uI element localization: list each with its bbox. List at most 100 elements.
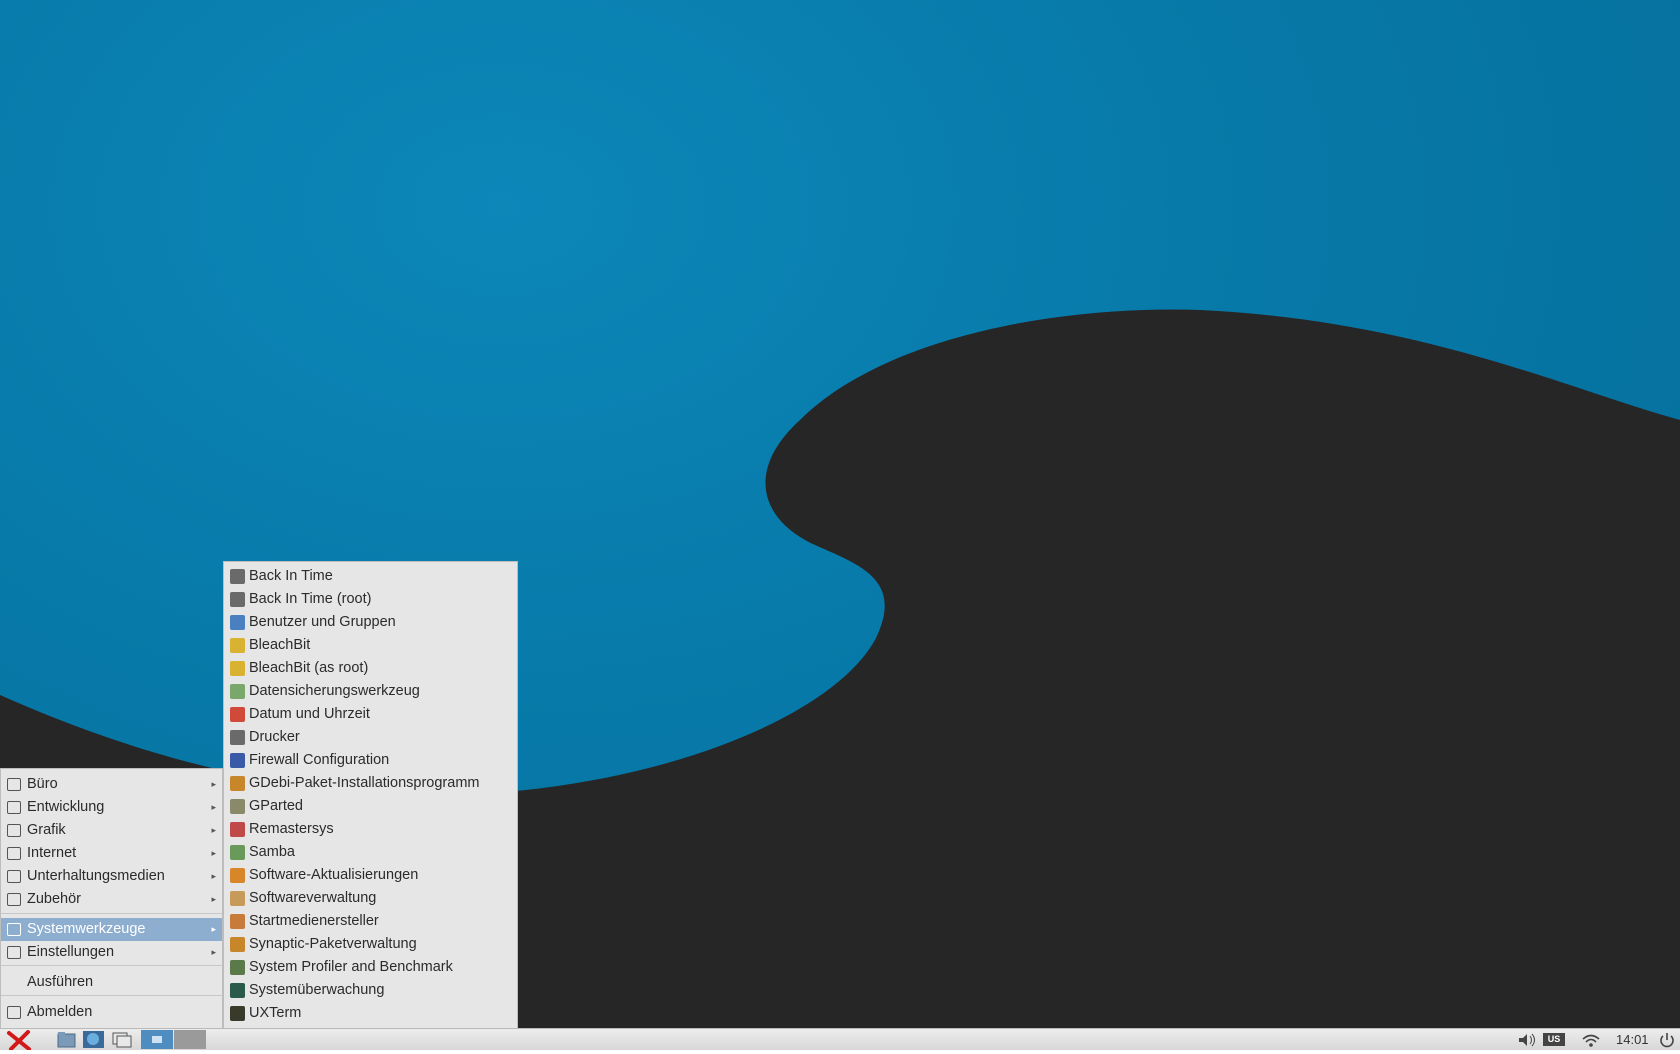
menu-separator [1, 965, 222, 966]
firewall-icon [230, 753, 245, 768]
submenu-item-systemüberwachung[interactable]: Systemüberwachung [224, 979, 517, 1002]
menu-item-label: Grafik [27, 822, 66, 838]
menu-item-label: Zubehör [27, 891, 82, 907]
menu-item-ausführen[interactable]: Ausführen [1, 971, 222, 994]
logout-icon [7, 1006, 21, 1019]
submenu-item-softwareverwaltung[interactable]: Softwareverwaltung [224, 887, 517, 910]
submenu-item-label: Synaptic-Paketverwaltung [249, 936, 417, 952]
gdebi-icon [230, 776, 245, 791]
globe-icon [7, 847, 21, 860]
menu-item-label: Internet [27, 845, 77, 861]
submenu-item-firewall-configuration[interactable]: Firewall Configuration [224, 749, 517, 772]
menu-item-internet[interactable]: Internet ▸ [1, 842, 222, 865]
graphics-icon [7, 824, 21, 837]
menu-item-büro[interactable]: Büro ▸ [1, 773, 222, 796]
synaptic-icon [230, 937, 245, 952]
submenu-arrow-icon: ▸ [211, 871, 216, 881]
submenu-item-label: Software-Aktualisierungen [249, 867, 419, 883]
workspace-2[interactable] [174, 1030, 206, 1049]
folder-icon [57, 1032, 76, 1048]
windows-icon [112, 1032, 132, 1048]
menu-item-label: Büro [27, 776, 58, 792]
menu-item-einstellungen[interactable]: Einstellungen ▸ [1, 941, 222, 964]
show-desktop-button[interactable] [110, 1030, 134, 1049]
submenu-item-system-profiler-and-benchmark[interactable]: System Profiler and Benchmark [224, 956, 517, 979]
submenu-item-label: Datum und Uhrzeit [249, 706, 370, 722]
backup-tool-icon [230, 684, 245, 699]
browser-icon [83, 1031, 104, 1048]
menu-separator [1, 913, 222, 914]
software-center-icon [230, 891, 245, 906]
submenu-item-benutzer-und-gruppen[interactable]: Benutzer und Gruppen [224, 611, 517, 634]
bleachbit-icon [230, 638, 245, 653]
submenu-item-back-in-time-root[interactable]: Back In Time (root) [224, 588, 517, 611]
submenu-item-startmedienersteller[interactable]: Startmedienersteller [224, 910, 517, 933]
submenu-item-label: Firewall Configuration [249, 752, 390, 768]
menu-separator [1, 995, 222, 996]
profiler-icon [230, 960, 245, 975]
menu-item-zubehör[interactable]: Zubehör ▸ [1, 888, 222, 911]
submenu-item-back-in-time[interactable]: Back In Time [224, 565, 517, 588]
submenu-arrow-icon: ▸ [211, 779, 216, 789]
submenu-arrow-icon: ▸ [211, 894, 216, 904]
settings-icon [7, 946, 21, 959]
file-manager-launcher[interactable] [56, 1030, 78, 1049]
submenu-item-bleachbit[interactable]: BleachBit [224, 634, 517, 657]
submenu-item-uxterm[interactable]: UXTerm [224, 1002, 517, 1025]
menu-item-unterhaltungsmedien[interactable]: Unterhaltungsmedien ▸ [1, 865, 222, 888]
submenu-item-label: Samba [249, 844, 295, 860]
submenu-item-label: Systemüberwachung [249, 982, 385, 998]
menu-item-label: Entwicklung [27, 799, 105, 815]
submenu-item-label: UXTerm [249, 1005, 302, 1021]
startup-disk-icon [230, 914, 245, 929]
gparted-icon [230, 799, 245, 814]
web-browser-launcher[interactable] [82, 1030, 106, 1049]
submenu-item-remastersys[interactable]: Remastersys [224, 818, 517, 841]
menu-item-label: Systemwerkzeuge [27, 921, 146, 937]
submenu-item-datum-und-uhrzeit[interactable]: Datum und Uhrzeit [224, 703, 517, 726]
keyboard-layout-indicator[interactable]: US [1543, 1033, 1565, 1046]
users-groups-icon [230, 615, 245, 630]
workspace-1[interactable] [141, 1030, 173, 1049]
submenu-item-bleachbit-as-root[interactable]: BleachBit (as root) [224, 657, 517, 680]
submenu-item-label: Remastersys [249, 821, 334, 837]
start-menu-button[interactable] [3, 1030, 35, 1051]
submenu-item-label: Startmedienersteller [249, 913, 379, 929]
samba-icon [230, 845, 245, 860]
submenu-item-label: GDebi-Paket-Installationsprogramm [249, 775, 480, 791]
software-updates-icon [230, 868, 245, 883]
submenu-item-datensicherungswerkzeug[interactable]: Datensicherungswerkzeug [224, 680, 517, 703]
menu-item-systemwerkzeuge[interactable]: Systemwerkzeuge ▸ [1, 918, 222, 941]
menu-item-grafik[interactable]: Grafik ▸ [1, 819, 222, 842]
submenu-item-drucker[interactable]: Drucker [224, 726, 517, 749]
multimedia-icon [7, 870, 21, 883]
submenu-item-label: Datensicherungswerkzeug [249, 683, 420, 699]
power-icon[interactable] [1658, 1031, 1678, 1049]
submenu-item-samba[interactable]: Samba [224, 841, 517, 864]
clock[interactable]: 14:01 [1616, 1031, 1656, 1049]
submenu-item-gparted[interactable]: GParted [224, 795, 517, 818]
taskbar: US 14:01 [0, 1028, 1680, 1051]
menu-item-label: Einstellungen [27, 944, 115, 960]
application-menu: Büro ▸ Entwicklung ▸ Grafik ▸ Internet ▸ Unterha… [0, 768, 223, 1028]
submenu-arrow-icon: ▸ [211, 825, 216, 835]
submenu-item-gdebi-paket-installationsprogramm[interactable]: GDebi-Paket-Installationsprogramm [224, 772, 517, 795]
menu-item-entwicklung[interactable]: Entwicklung ▸ [1, 796, 222, 819]
submenu-arrow-icon: ▸ [211, 848, 216, 858]
computer-icon [7, 923, 21, 936]
xfce-logo-icon [7, 1030, 31, 1051]
menu-item-abmelden[interactable]: Abmelden [1, 1001, 222, 1024]
submenu-item-label: Benutzer und Gruppen [249, 614, 396, 630]
submenu-arrow-icon: ▸ [211, 947, 216, 957]
submenu-arrow-icon: ▸ [211, 924, 216, 934]
submenu-item-label: BleachBit [249, 637, 311, 653]
system-monitor-icon [230, 983, 245, 998]
wifi-icon[interactable] [1580, 1031, 1602, 1049]
volume-icon[interactable] [1516, 1031, 1538, 1049]
submenu-item-label: Drucker [249, 729, 300, 745]
systemwerkzeuge-submenu: Back In Time Back In Time (root) Benutzer … [223, 561, 518, 1044]
submenu-item-synaptic-paketverwaltung[interactable]: Synaptic-Paketverwaltung [224, 933, 517, 956]
printer-icon [230, 730, 245, 745]
submenu-item-software-aktualisierungen[interactable]: Software-Aktualisierungen [224, 864, 517, 887]
submenu-item-label: Back In Time (root) [249, 591, 372, 607]
